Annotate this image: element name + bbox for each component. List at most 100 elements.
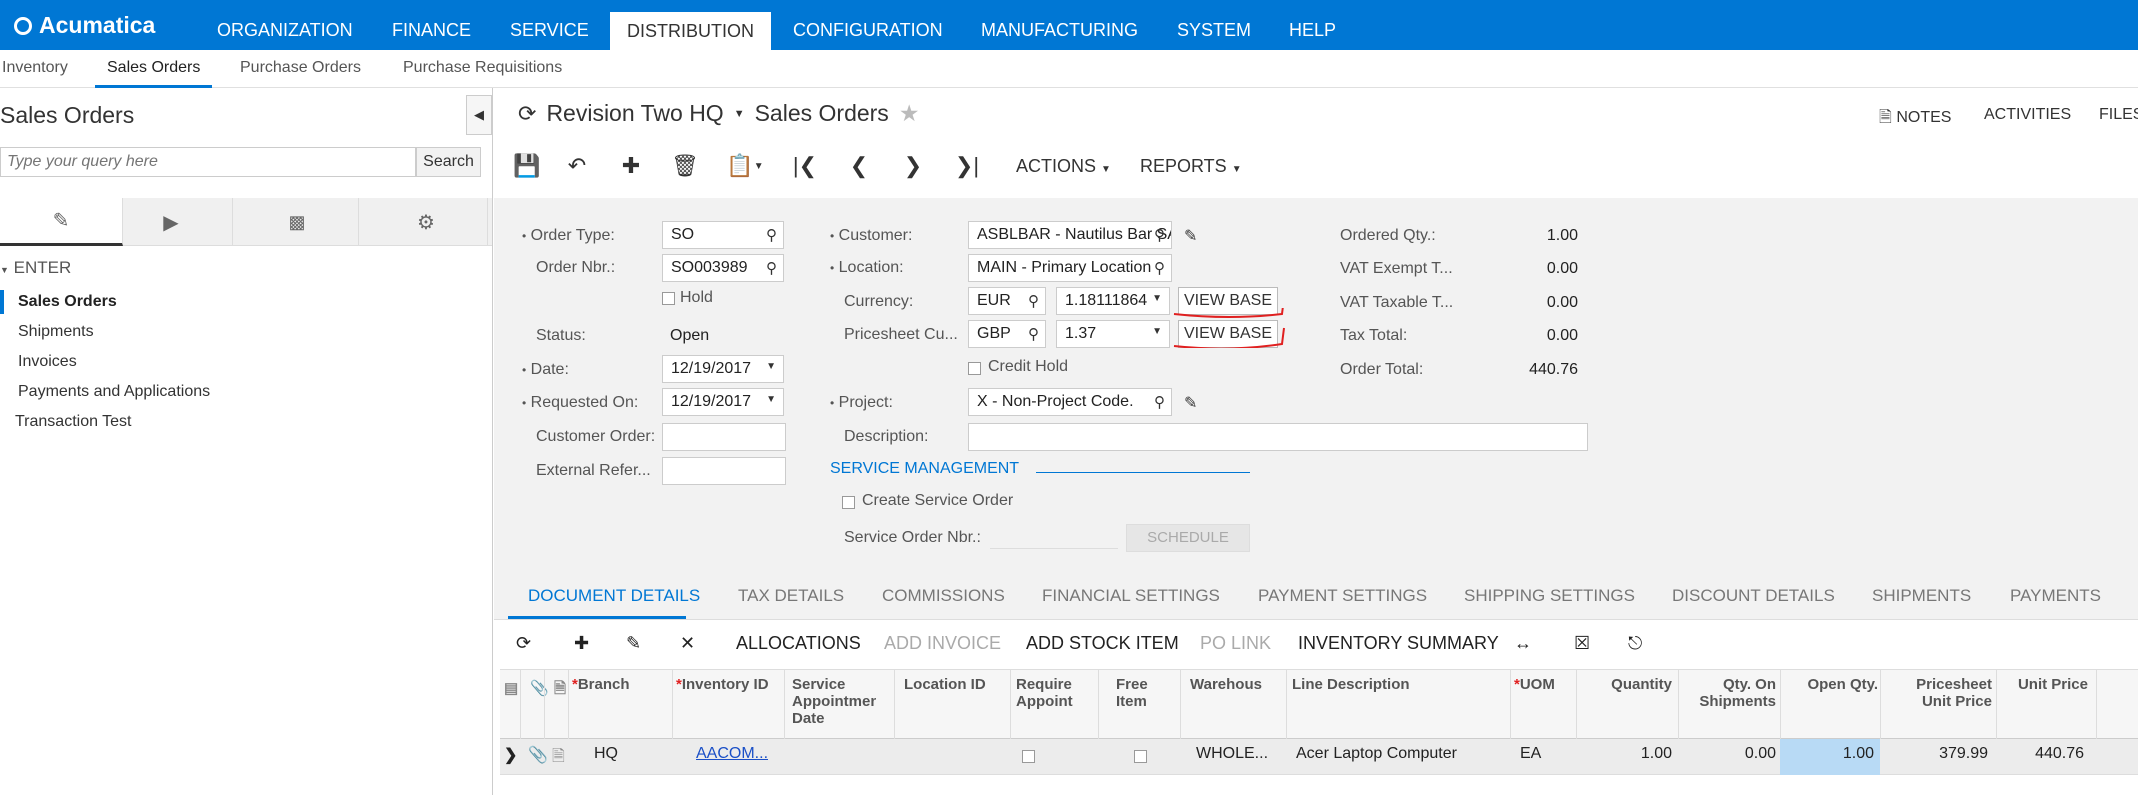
export-excel-icon[interactable]: ☒	[1574, 633, 1590, 654]
nav-finance[interactable]: FINANCE	[375, 0, 488, 50]
upload-icon[interactable]: ⎋	[1628, 633, 1642, 654]
workspace-search-input[interactable]	[0, 147, 416, 177]
save-icon[interactable]: 💾	[512, 151, 542, 181]
nav-service[interactable]: SERVICE	[493, 0, 606, 50]
currency-field[interactable]: EUR ⚲	[968, 287, 1046, 315]
cell-line-description[interactable]: Acer Laptop Computer	[1296, 745, 1457, 763]
chevron-down-icon[interactable]: ▼	[766, 361, 776, 372]
menu-item-invoices[interactable]: Invoices	[18, 353, 77, 371]
files-button[interactable]: FILES	[2099, 106, 2138, 124]
tab-edit[interactable]: ✎	[0, 198, 123, 246]
col-open-qty[interactable]: Open Qty.	[1784, 676, 1878, 693]
tab-commissions[interactable]: COMMISSIONS	[882, 586, 1005, 606]
refresh-icon[interactable]: ⟳	[516, 633, 531, 654]
edit-row-icon[interactable]: ✎	[626, 633, 641, 654]
cell-open-qty[interactable]: 1.00	[1784, 745, 1874, 763]
tab-settings[interactable]: ⚙	[365, 198, 488, 246]
inventory-summary-button[interactable]: INVENTORY SUMMARY	[1298, 633, 1499, 654]
col-inventory-id[interactable]: *Inventory ID	[676, 676, 772, 693]
add-icon[interactable]: ✚	[616, 151, 646, 181]
last-record-icon[interactable]: ❯|	[952, 151, 982, 181]
chevron-down-icon[interactable]: ▼	[734, 108, 745, 120]
menu-section-enter[interactable]: ▼ ENTER	[0, 258, 71, 278]
col-unit-price[interactable]: Unit Price	[2000, 676, 2088, 693]
nav-configuration[interactable]: CONFIGURATION	[776, 0, 960, 50]
subnav-inventory[interactable]: Inventory	[0, 50, 80, 88]
company-name[interactable]: Revision Two HQ	[546, 100, 723, 127]
customer-order-field[interactable]	[662, 423, 786, 451]
first-record-icon[interactable]: |❮	[790, 151, 820, 181]
chevron-down-icon[interactable]: ▼	[766, 394, 776, 405]
subnav-sales-orders[interactable]: Sales Orders	[95, 50, 213, 88]
attachment-icon[interactable]: 📎	[528, 745, 548, 765]
col-uom[interactable]: *UOM	[1514, 676, 1555, 693]
edit-project-icon[interactable]: ✎	[1184, 393, 1197, 413]
col-quantity[interactable]: Quantity	[1580, 676, 1672, 693]
nav-organization[interactable]: ORGANIZATION	[200, 0, 370, 50]
reports-menu[interactable]: REPORTS ▼	[1140, 156, 1242, 177]
menu-item-sales-orders[interactable]: Sales Orders	[18, 293, 117, 311]
credit-hold-checkbox[interactable]	[968, 362, 981, 375]
search-icon[interactable]: ⚲	[766, 259, 777, 277]
col-qty-on-shipments[interactable]: Qty. On Shipments	[1682, 676, 1776, 710]
order-nbr-field[interactable]: SO003989 ⚲	[662, 254, 784, 282]
customer-field[interactable]: ASBLBAR - Nautilus Bar SABL⚲	[968, 221, 1172, 249]
search-icon[interactable]: ⚲	[1028, 292, 1039, 310]
add-row-icon[interactable]: ✚	[574, 633, 589, 654]
tab-reports[interactable]: ▩	[236, 198, 359, 246]
external-ref-field[interactable]	[662, 457, 786, 485]
star-icon[interactable]: ★	[899, 100, 920, 127]
nav-distribution[interactable]: DISTRIBUTION	[610, 12, 772, 50]
tab-document-details[interactable]: DOCUMENT DETAILS	[528, 586, 700, 606]
cell-branch[interactable]: HQ	[594, 745, 618, 763]
edit-customer-icon[interactable]: ✎	[1184, 226, 1197, 246]
copy-paste-icon[interactable]: 📋 ▼	[726, 151, 763, 181]
cell-require-appoint-checkbox[interactable]	[1022, 750, 1035, 763]
tab-discount-details[interactable]: DISCOUNT DETAILS	[1672, 586, 1835, 606]
cell-quantity[interactable]: 1.00	[1580, 745, 1672, 763]
actions-menu[interactable]: ACTIONS ▼	[1016, 156, 1111, 177]
col-service-appointment-date[interactable]: Service Appointment Date	[792, 676, 876, 727]
search-icon[interactable]: ⚲	[766, 226, 777, 244]
cell-unit-price[interactable]: 440.76	[2000, 745, 2084, 763]
activities-button[interactable]: ACTIVITIES	[1984, 106, 2071, 124]
table-row[interactable]: ❯ 📎 🗎 HQ AACOM... WHOLE... Acer Laptop C…	[500, 739, 2138, 775]
next-record-icon[interactable]: ❯	[898, 151, 928, 181]
search-icon[interactable]: ⚲	[1154, 259, 1165, 277]
allocations-button[interactable]: ALLOCATIONS	[736, 633, 861, 654]
tab-payment-settings[interactable]: PAYMENT SETTINGS	[1258, 586, 1427, 606]
col-require-appoint[interactable]: Require Appoint	[1016, 676, 1096, 710]
nav-manufacturing[interactable]: MANUFACTURING	[964, 0, 1155, 50]
tab-shipments[interactable]: SHIPMENTS	[1872, 586, 1971, 606]
project-field[interactable]: X - Non-Project Code. ⚲	[968, 388, 1172, 416]
menu-item-transaction-test[interactable]: Transaction Test	[15, 413, 132, 431]
col-free-item[interactable]: Free Item	[1116, 676, 1176, 710]
tab-shipping-settings[interactable]: SHIPPING SETTINGS	[1464, 586, 1635, 606]
pricesheet-currency-field[interactable]: GBP ⚲	[968, 320, 1046, 348]
add-invoice-button[interactable]: ADD INVOICE	[884, 633, 1001, 654]
refresh-icon[interactable]: ⟳	[518, 101, 536, 127]
cell-uom[interactable]: EA	[1520, 745, 1541, 763]
description-field[interactable]	[968, 423, 1588, 451]
col-location-id[interactable]: Location ID	[904, 676, 986, 693]
search-icon[interactable]: ⚲	[1154, 226, 1165, 244]
create-service-order-checkbox[interactable]	[842, 496, 855, 509]
previous-record-icon[interactable]: ❮	[844, 151, 874, 181]
tab-tax-details[interactable]: TAX DETAILS	[738, 586, 844, 606]
cell-inventory-id-link[interactable]: AACOM...	[696, 745, 768, 763]
notes-button[interactable]: 🗎 NOTES	[1879, 106, 1951, 133]
menu-item-payments-applications[interactable]: Payments and Applications	[18, 383, 210, 401]
chevron-down-icon[interactable]: ▼	[1152, 293, 1162, 304]
requested-on-field[interactable]: 12/19/2017 ▼	[662, 388, 784, 416]
fit-columns-icon[interactable]: ↔	[1514, 633, 1532, 654]
cell-free-item-checkbox[interactable]	[1134, 750, 1147, 763]
location-field[interactable]: MAIN - Primary Location ⚲	[968, 254, 1172, 282]
chevron-down-icon[interactable]: ▼	[1152, 326, 1162, 337]
search-icon[interactable]: ⚲	[1028, 325, 1039, 343]
cell-pricesheet-unit-price[interactable]: 379.99	[1884, 745, 1988, 763]
tab-payments[interactable]: PAYMENTS	[2010, 586, 2101, 606]
schedule-button[interactable]: SCHEDULE	[1126, 524, 1250, 552]
date-field[interactable]: 12/19/2017 ▼	[662, 355, 784, 383]
row-expand-icon[interactable]: ❯	[504, 745, 517, 765]
note-icon[interactable]: 🗎	[552, 745, 565, 772]
